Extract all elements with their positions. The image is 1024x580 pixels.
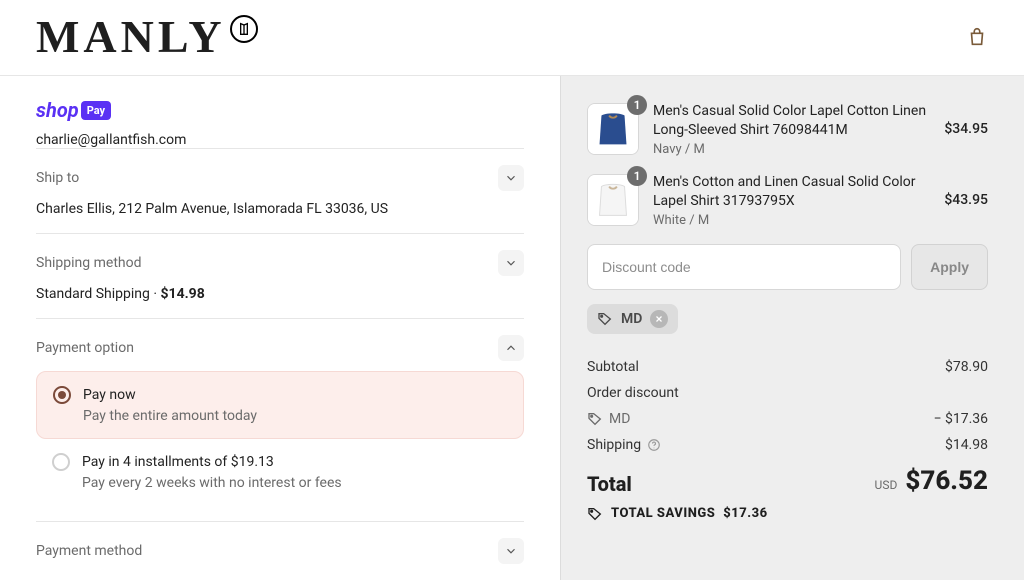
discount-code-input[interactable] [587, 244, 901, 290]
tag-icon [587, 506, 603, 522]
cart-item-price: $34.95 [944, 121, 988, 137]
summary-total: Total USD$76.52 [587, 466, 988, 496]
payment-option-pay-now[interactable]: Pay now Pay the entire amount today [36, 371, 524, 439]
cart-item-variant: Navy / M [653, 142, 930, 157]
page-header: MANLY [0, 0, 1024, 76]
remove-discount-button[interactable] [650, 310, 668, 328]
summary-discount-line: MD − $17.36 [587, 406, 988, 432]
shipping-method-toggle[interactable] [498, 250, 524, 276]
help-icon[interactable] [647, 438, 661, 452]
brand-logo[interactable]: MANLY [36, 10, 258, 63]
chevron-down-icon [504, 171, 518, 185]
payment-option-installments[interactable]: Pay in 4 installments of $19.13 Pay ever… [36, 439, 524, 505]
summary-total-savings: TOTAL SAVINGS $17.36 [587, 506, 988, 522]
payment-method-label: Payment method [36, 543, 142, 559]
chevron-up-icon [504, 341, 518, 355]
shipping-method-label: Shipping method [36, 255, 142, 271]
shipping-method-value: Standard Shipping · $14.98 [36, 286, 524, 302]
cart-icon[interactable] [966, 26, 988, 48]
cart-item: 1 Men's Casual Solid Color Lapel Cotton … [587, 102, 988, 157]
payment-method-toggle[interactable] [498, 538, 524, 564]
section-ship-to: Ship to Charles Ellis, 212 Palm Avenue, … [36, 148, 524, 233]
applied-discount-chip: MD [587, 304, 678, 334]
account-email: charlie@gallantfish.com [36, 132, 524, 148]
brand-badge-icon [230, 15, 258, 43]
summary-shipping: Shipping $14.98 [587, 432, 988, 458]
cart-item-price: $43.95 [944, 192, 988, 208]
close-icon [654, 314, 664, 324]
brand-name: MANLY [36, 10, 226, 63]
checkout-form: shop Pay charlie@gallantfish.com Ship to… [0, 76, 560, 580]
section-shipping-method: Shipping method Standard Shipping · $14.… [36, 233, 524, 318]
cart-item-title: Men's Cotton and Linen Casual Solid Colo… [653, 173, 930, 211]
cart-item-qty-badge: 1 [627, 95, 647, 115]
order-summary: 1 Men's Casual Solid Color Lapel Cotton … [560, 76, 1024, 580]
cart-item-variant: White / M [653, 213, 930, 228]
radio-selected-icon [53, 386, 71, 404]
shop-pay-logo[interactable]: shop Pay [36, 98, 111, 122]
payment-option-label: Payment option [36, 340, 134, 356]
summary-subtotal: Subtotal $78.90 [587, 354, 988, 380]
tag-icon [587, 411, 603, 427]
tag-icon [597, 311, 613, 327]
summary-order-discount-label: Order discount [587, 380, 988, 406]
apply-discount-button[interactable]: Apply [911, 244, 988, 290]
section-payment-method: Payment method [36, 521, 524, 580]
payment-option-toggle[interactable] [498, 335, 524, 361]
ship-to-label: Ship to [36, 170, 79, 186]
cart-item-qty-badge: 1 [627, 166, 647, 186]
chevron-down-icon [504, 256, 518, 270]
ship-to-toggle[interactable] [498, 165, 524, 191]
chevron-down-icon [504, 544, 518, 558]
cart-item: 1 Men's Cotton and Linen Casual Solid Co… [587, 173, 988, 228]
section-payment-option: Payment option Pay now Pay the entire am… [36, 318, 524, 521]
radio-unselected-icon [52, 453, 70, 471]
cart-item-title: Men's Casual Solid Color Lapel Cotton Li… [653, 102, 930, 140]
ship-to-value: Charles Ellis, 212 Palm Avenue, Islamora… [36, 201, 524, 217]
